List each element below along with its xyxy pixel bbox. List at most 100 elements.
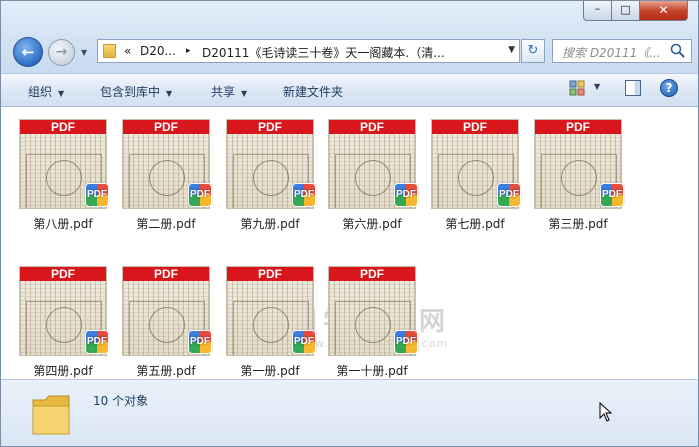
item-count: 10 个对象 xyxy=(93,394,149,408)
include-in-library-label: 包含到库中 xyxy=(100,85,161,99)
pdf-badge-label: PDF xyxy=(190,189,210,200)
chevron-down-icon: ▼ xyxy=(166,89,173,98)
search-input[interactable]: 搜索 D20111《... xyxy=(552,39,692,63)
pdf-badge-label: PDF xyxy=(396,336,416,347)
back-button[interactable]: ← xyxy=(13,37,43,67)
pdf-header-band: PDF xyxy=(227,120,313,134)
organize-menu[interactable]: 组织 ▼ xyxy=(28,83,64,100)
pdf-header-band: PDF xyxy=(227,267,313,281)
page-diagram xyxy=(355,307,391,343)
new-folder-button[interactable]: 新建文件夹 xyxy=(283,83,343,100)
address-bar[interactable]: « D20... ▸ D20111《毛诗读三十卷》天一阁藏本.（清... ▼ xyxy=(97,39,520,63)
file-name: 第五册.pdf xyxy=(136,364,196,378)
file-list: 國 国学资源网 www.guoxueziyuan.com PDFPDF第八册.p… xyxy=(1,107,698,379)
chevron-down-icon: ▼ xyxy=(58,89,65,98)
help-button[interactable]: ? xyxy=(660,79,678,97)
page-diagram xyxy=(458,160,494,196)
file-item[interactable]: PDF PDF 第五册.pdf xyxy=(116,262,216,392)
change-view-icon[interactable] xyxy=(569,80,585,96)
pdf-app-icon: PDF xyxy=(497,183,521,207)
file-name: 第九册.pdf xyxy=(240,217,300,231)
recent-pages-dropdown[interactable]: ▼ xyxy=(81,43,91,63)
pdf-app-icon: PDF xyxy=(292,330,316,354)
file-item[interactable]: PDF PDF 第九册.pdf xyxy=(220,115,320,245)
mouse-cursor-icon xyxy=(599,402,613,422)
explorer-window: – □ ✕ ← → ▼ « D20... ▸ D20111《毛诗读三十卷》天一阁… xyxy=(0,0,699,447)
pdf-badge-label: PDF xyxy=(396,189,416,200)
pdf-header-band: PDF xyxy=(20,267,106,281)
search-icon[interactable] xyxy=(669,42,687,60)
file-item[interactable]: PDF PDF 第四册.pdf xyxy=(13,262,113,392)
minimize-button[interactable]: – xyxy=(583,1,612,21)
share-label: 共享 xyxy=(211,85,236,99)
organize-label: 组织 xyxy=(28,85,53,99)
pdf-header-band: PDF xyxy=(123,120,209,134)
pdf-badge-label: PDF xyxy=(294,189,314,200)
file-name: 第一册.pdf xyxy=(240,364,300,378)
file-item[interactable]: PDF PDF 第八册.pdf xyxy=(13,115,113,245)
close-icon: ✕ xyxy=(658,3,669,17)
pdf-app-icon: PDF xyxy=(85,330,109,354)
refresh-icon: ↻ xyxy=(527,43,539,58)
pdf-app-icon: PDF xyxy=(85,183,109,207)
file-item[interactable]: PDF PDF 第一册.pdf xyxy=(220,262,320,392)
file-item[interactable]: PDF PDF 第二册.pdf xyxy=(116,115,216,245)
folder-icon xyxy=(32,395,70,435)
file-name: 第六册.pdf xyxy=(342,217,402,231)
minimize-icon: – xyxy=(594,2,601,15)
maximize-icon: □ xyxy=(620,3,631,16)
breadcrumb-segment-current[interactable]: D20111《毛诗读三十卷》天一阁藏本.（清... xyxy=(202,44,445,61)
page-diagram xyxy=(46,307,82,343)
search-placeholder: 搜索 D20111《... xyxy=(562,46,661,60)
pdf-badge-label: PDF xyxy=(190,336,210,347)
refresh-button[interactable]: ↻ xyxy=(521,39,545,63)
page-diagram xyxy=(561,160,597,196)
file-name: 第一十册.pdf xyxy=(336,364,408,378)
details-pane: 10 个对象 xyxy=(1,379,698,446)
pdf-app-icon: PDF xyxy=(292,183,316,207)
folder-icon xyxy=(103,44,116,58)
help-icon: ? xyxy=(665,81,673,95)
address-dropdown-icon[interactable]: ▼ xyxy=(508,45,515,55)
file-item[interactable]: PDF PDF 第七册.pdf xyxy=(425,115,525,245)
file-item[interactable]: PDF PDF 第六册.pdf xyxy=(322,115,422,245)
breadcrumb-overflow[interactable]: « xyxy=(124,44,131,58)
pdf-app-icon: PDF xyxy=(188,183,212,207)
page-diagram xyxy=(149,160,185,196)
pdf-app-icon: PDF xyxy=(394,330,418,354)
view-options-dropdown[interactable]: ▼ xyxy=(594,82,600,91)
close-button[interactable]: ✕ xyxy=(639,1,688,21)
file-name: 第八册.pdf xyxy=(33,217,93,231)
page-diagram xyxy=(253,307,289,343)
forward-arrow-icon: → xyxy=(55,44,68,60)
breadcrumb-separator-icon[interactable]: ▸ xyxy=(186,46,191,56)
share-menu[interactable]: 共享 ▼ xyxy=(211,83,247,100)
page-diagram xyxy=(149,307,185,343)
breadcrumb-segment-parent[interactable]: D20... xyxy=(140,44,176,58)
file-name: 第七册.pdf xyxy=(445,217,505,231)
preview-pane-icon[interactable] xyxy=(625,80,641,96)
title-bar: – □ ✕ ← → ▼ « D20... ▸ D20111《毛诗读三十卷》天一阁… xyxy=(1,1,698,73)
pdf-header-band: PDF xyxy=(535,120,621,134)
forward-button[interactable]: → xyxy=(48,39,75,66)
pdf-badge-label: PDF xyxy=(87,189,107,200)
pdf-header-band: PDF xyxy=(329,267,415,281)
pdf-badge-label: PDF xyxy=(499,189,519,200)
pdf-header-band: PDF xyxy=(432,120,518,134)
maximize-button[interactable]: □ xyxy=(611,1,640,21)
file-name: 第二册.pdf xyxy=(136,217,196,231)
pdf-header-band: PDF xyxy=(123,267,209,281)
file-item[interactable]: PDF PDF 第一十册.pdf xyxy=(322,262,422,392)
pdf-badge-label: PDF xyxy=(602,189,622,200)
pdf-app-icon: PDF xyxy=(600,183,624,207)
pdf-app-icon: PDF xyxy=(394,183,418,207)
pdf-badge-label: PDF xyxy=(87,336,107,347)
page-diagram xyxy=(253,160,289,196)
include-in-library-menu[interactable]: 包含到库中 ▼ xyxy=(100,83,172,100)
file-name: 第三册.pdf xyxy=(548,217,608,231)
pdf-header-band: PDF xyxy=(20,120,106,134)
back-arrow-icon: ← xyxy=(21,43,35,61)
pdf-app-icon: PDF xyxy=(188,330,212,354)
pdf-header-band: PDF xyxy=(329,120,415,134)
file-item[interactable]: PDF PDF 第三册.pdf xyxy=(528,115,628,245)
